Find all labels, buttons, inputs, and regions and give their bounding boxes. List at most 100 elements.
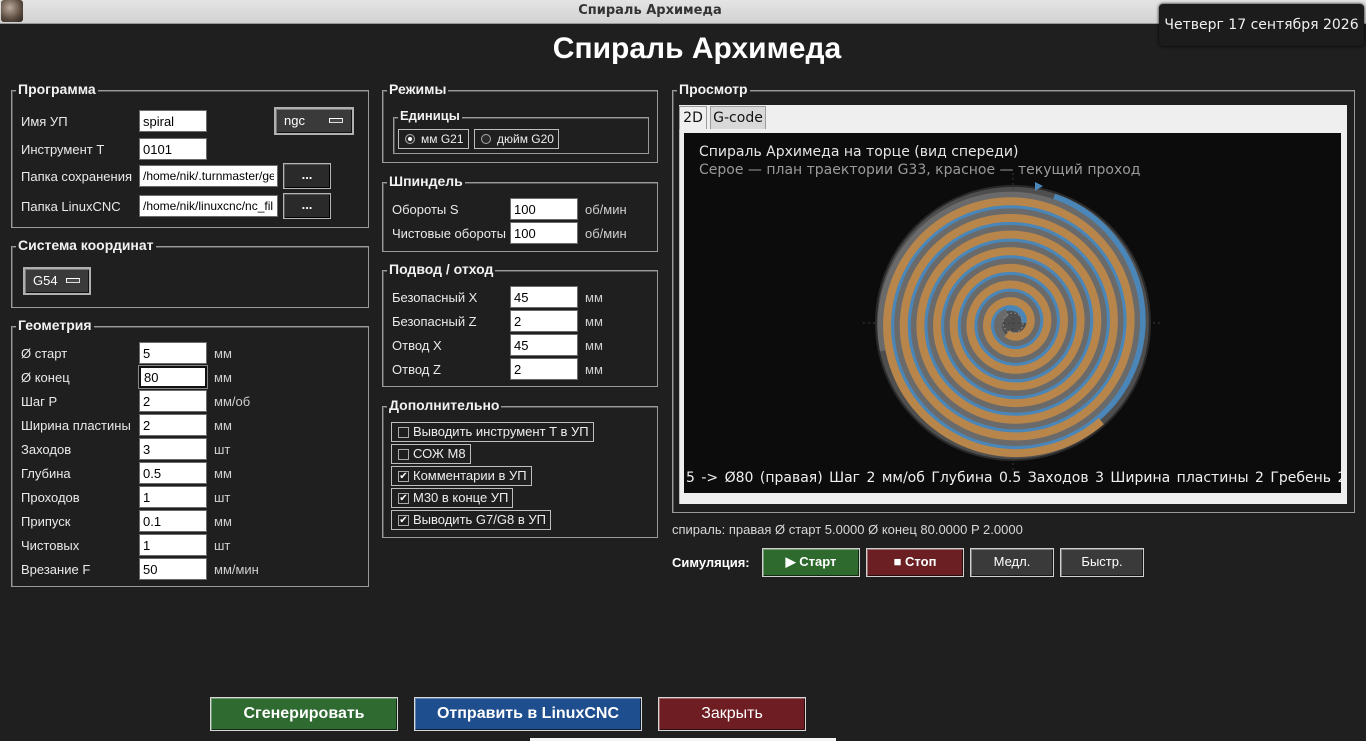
program-name-input[interactable]: [139, 110, 207, 132]
coords-dropdown[interactable]: G54: [23, 267, 91, 295]
approach-unit: мм: [585, 290, 603, 305]
tool-label: Инструмент T: [21, 142, 105, 157]
program-group-title: Программа: [16, 81, 98, 97]
save-folder-input[interactable]: [139, 165, 278, 187]
approach-label: Безопасный X: [392, 290, 478, 305]
extra-option-label: Выводить инструмент T в УП: [413, 424, 589, 439]
tool-input[interactable]: [139, 138, 207, 160]
preview-tabbar: 2D G-code: [679, 105, 1347, 129]
geometry-input[interactable]: [139, 510, 207, 532]
geometry-group-title: Геометрия: [16, 317, 94, 333]
geometry-unit: мм: [214, 514, 232, 529]
extra-option-checkbox[interactable]: ✔ Выводить G7/G8 в УП: [391, 510, 551, 530]
geometry-input[interactable]: [139, 462, 207, 484]
extra-option-checkbox[interactable]: СОЖ M8: [391, 444, 471, 464]
checkbox-checked-icon: ✔: [398, 493, 409, 504]
sim-stop-button[interactable]: ■ Стоп: [866, 548, 964, 577]
generate-button[interactable]: Сгенерировать: [210, 697, 398, 731]
sim-start-button[interactable]: ▶ Старт: [762, 548, 860, 577]
spindle-label: Чистовые обороты: [392, 226, 506, 241]
geometry-label: Ширина пластины: [21, 418, 131, 433]
preview-status-line: 5 -> Ø80 (правая) Шаг 2 мм/об Глубина 0.…: [686, 470, 1341, 486]
geometry-label: Глубина: [21, 466, 71, 481]
approach-input[interactable]: [510, 334, 578, 356]
geometry-label: Ø старт: [21, 346, 68, 361]
geometry-label: Заходов: [21, 442, 72, 457]
extension-dropdown[interactable]: ngc: [274, 107, 354, 135]
page-title: Спираль Архимеда: [552, 32, 842, 65]
radio-selected-icon: [405, 134, 415, 144]
geometry-input[interactable]: [139, 438, 207, 460]
coords-group-title: Система координат: [16, 237, 156, 253]
approach-input[interactable]: [510, 286, 578, 308]
extra-option-checkbox[interactable]: Выводить инструмент T в УП: [391, 422, 594, 442]
geometry-label: Врезание F: [21, 562, 91, 577]
approach-unit: мм: [585, 314, 603, 329]
approach-group-title: Подвод / отход: [387, 261, 496, 277]
sim-slow-button[interactable]: Медл.: [970, 548, 1054, 577]
approach-label: Безопасный Z: [392, 314, 477, 329]
units-inch-label: дюйм G20: [497, 132, 554, 146]
spiral-drawing: [863, 173, 1163, 473]
dropdown-indicator-icon: [66, 278, 80, 283]
send-to-linuxcnc-button[interactable]: Отправить в LinuxCNC: [414, 697, 642, 731]
units-mm-radio[interactable]: мм G21: [398, 129, 469, 149]
spindle-input[interactable]: [510, 198, 578, 220]
geometry-unit: шт: [214, 538, 231, 553]
geometry-unit: мм: [214, 466, 232, 481]
geometry-label: Чистовых: [21, 538, 80, 553]
tab-gcode[interactable]: G-code: [710, 106, 766, 129]
sim-fast-button[interactable]: Быстр.: [1060, 548, 1144, 577]
window-title: Спираль Архимеда: [578, 3, 722, 18]
units-group-title: Единицы: [398, 108, 462, 123]
extra-option-checkbox[interactable]: ✔ Комментарии в УП: [391, 466, 532, 486]
geometry-label: Проходов: [21, 490, 80, 505]
spindle-unit: об/мин: [585, 202, 627, 217]
spindle-label: Обороты S: [392, 202, 459, 217]
extension-value: ngc: [284, 113, 305, 128]
extra-option-label: M30 в конце УП: [413, 490, 509, 505]
tab-2d[interactable]: 2D: [679, 106, 707, 129]
geometry-unit: мм: [214, 370, 232, 385]
spindle-unit: об/мин: [585, 226, 627, 241]
approach-unit: мм: [585, 338, 603, 353]
save-folder-label: Папка сохранения: [21, 169, 133, 184]
extra-option-label: Выводить G7/G8 в УП: [413, 512, 546, 527]
geometry-label: Шаг P: [21, 394, 58, 409]
extra-option-label: СОЖ M8: [413, 446, 466, 461]
spindle-input[interactable]: [510, 222, 578, 244]
approach-input[interactable]: [510, 358, 578, 380]
geometry-label: Припуск: [21, 514, 71, 529]
approach-label: Отвод Z: [392, 362, 441, 377]
program-name-label: Имя УП: [21, 114, 68, 129]
modes-group-title: Режимы: [387, 81, 449, 97]
geometry-input[interactable]: [139, 390, 207, 412]
geometry-input[interactable]: [139, 558, 207, 580]
geometry-unit: мм: [214, 418, 232, 433]
approach-unit: мм: [585, 362, 603, 377]
geometry-input[interactable]: [139, 486, 207, 508]
geometry-unit: шт: [214, 490, 231, 505]
geometry-label: Ø конец: [21, 370, 70, 385]
approach-input[interactable]: [510, 310, 578, 332]
geometry-input[interactable]: [139, 342, 207, 364]
linuxcnc-folder-input[interactable]: [139, 195, 278, 217]
checkbox-icon: [398, 449, 409, 460]
checkbox-checked-icon: ✔: [398, 515, 409, 526]
browse-save-folder-button[interactable]: ...: [283, 163, 331, 189]
browse-linuxcnc-folder-button[interactable]: ...: [283, 193, 331, 219]
close-button[interactable]: Закрыть: [658, 697, 806, 731]
radio-icon: [481, 134, 491, 144]
geometry-input[interactable]: [139, 534, 207, 556]
geometry-input[interactable]: [139, 414, 207, 436]
linuxcnc-folder-label: Папка LinuxCNC: [21, 199, 121, 214]
approach-label: Отвод X: [392, 338, 442, 353]
geometry-unit: мм: [214, 346, 232, 361]
units-inch-radio[interactable]: дюйм G20: [474, 129, 559, 149]
extra-option-label: Комментарии в УП: [413, 468, 527, 483]
geometry-unit: шт: [214, 442, 231, 457]
extra-option-checkbox[interactable]: ✔ M30 в конце УП: [391, 488, 514, 508]
geometry-input[interactable]: [139, 366, 207, 388]
preview-canvas[interactable]: Спираль Архимеда на торце (вид спереди) …: [684, 133, 1341, 493]
extra-group-title: Дополнительно: [387, 397, 502, 413]
